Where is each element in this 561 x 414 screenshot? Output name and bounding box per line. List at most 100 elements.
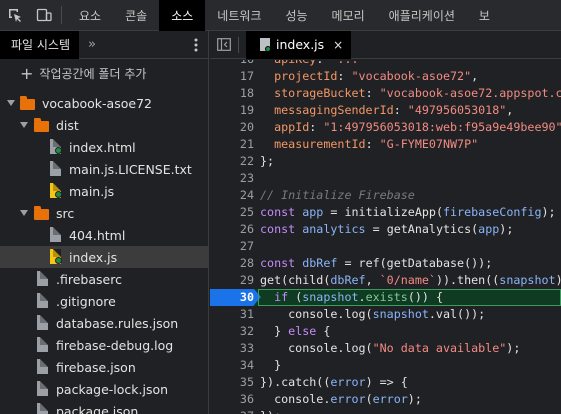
tree-label: main.js.LICENSE.txt [69, 161, 192, 177]
tree-file-package-json[interactable]: package.json [0, 400, 209, 414]
code-line[interactable]: 21 measurementId: "G-FYME07NW7P" [210, 136, 561, 153]
line-number[interactable]: 25 [210, 204, 254, 221]
code-line[interactable]: 25 const app = initializeApp(firebaseConf… [210, 204, 561, 221]
line-number[interactable]: 37 [210, 408, 254, 414]
line-number[interactable]: 33 [210, 340, 254, 357]
code-line[interactable]: 20 appId: "1:497956053018:web:f95a9e49be… [210, 119, 561, 136]
code-line[interactable]: 35}).catch((error) => { [210, 374, 561, 391]
line-number[interactable]: 21 [210, 136, 254, 153]
tree-file-package-lock[interactable]: package-lock.json [0, 378, 209, 400]
chevron-down-icon[interactable] [20, 122, 28, 128]
tab-elements[interactable]: 요소 [67, 0, 113, 31]
code-line[interactable]: 16 apiKey: "... [210, 60, 561, 68]
file-icon [37, 359, 48, 374]
code-line-current[interactable]: 30 if (snapshot.exists()) { [210, 289, 561, 306]
tree-file-firebase-json[interactable]: firebase.json [0, 356, 209, 378]
code-line[interactable]: 33 console.log("No data available"); [210, 340, 561, 357]
tab-network[interactable]: 네트워크 [205, 0, 273, 31]
code-line[interactable]: 23 [210, 170, 561, 187]
tab-memory[interactable]: 메모리 [320, 0, 377, 31]
tree-label: index.html [69, 139, 136, 155]
tree-file-firebaserc[interactable]: .firebaserc [0, 268, 209, 290]
tree-label: package.json [56, 403, 139, 414]
code-line[interactable]: 27 [210, 238, 561, 255]
devtools-tab-bar: 요소 콘솔 소스 네트워크 성능 메모리 애플리케이션 보 [0, 0, 561, 31]
line-number[interactable]: 18 [210, 85, 254, 102]
line-number[interactable]: 35 [210, 374, 254, 391]
tree-file-main-js[interactable]: main.js [0, 180, 209, 202]
toggle-navigator-icon[interactable] [210, 31, 238, 59]
tab-sources[interactable]: 소스 [159, 0, 206, 31]
code-text: projectId: "vocabook-asoe72", [274, 69, 479, 83]
line-number[interactable]: 23 [210, 170, 254, 187]
line-number[interactable]: 31 [210, 306, 254, 323]
code-text: console.error(error); [260, 392, 422, 406]
line-number[interactable]: 36 [210, 391, 254, 408]
code-text: const analytics = getAnalytics(app); [260, 222, 514, 236]
tree-label: dist [56, 117, 79, 133]
line-number[interactable]: 19 [210, 102, 254, 119]
modified-dot-icon [55, 147, 62, 154]
inspect-element-icon[interactable] [0, 0, 29, 31]
code-line[interactable]: 28 const dbRef = ref(getDatabase()); [210, 255, 561, 272]
tree-file-main-js-license[interactable]: main.js.LICENSE.txt [0, 158, 209, 180]
line-number[interactable]: 17 [210, 68, 254, 85]
chevron-down-icon[interactable] [20, 210, 28, 216]
line-number[interactable]: 26 [210, 221, 254, 238]
line-number[interactable]: 32 [210, 323, 254, 340]
code-line[interactable]: 17 projectId: "vocabook-asoe72", [210, 68, 561, 85]
code-line[interactable]: 24 // Initialize Firebase [210, 187, 561, 204]
close-icon[interactable]: × [333, 38, 343, 52]
tree-file-firebase-debug-log[interactable]: firebase-debug.log [0, 334, 209, 356]
tree-folder-vocabook-asoe72[interactable]: vocabook-asoe72 [0, 92, 209, 114]
tree-file-index-html[interactable]: index.html [0, 136, 209, 158]
breakpoint-marker[interactable]: 30 [210, 289, 261, 306]
line-number[interactable]: 28 [210, 255, 254, 272]
tree-file-gitignore[interactable]: .gitignore [0, 290, 209, 312]
tab-application[interactable]: 애플리케이션 [377, 0, 467, 31]
code-text: } [260, 358, 282, 372]
code-line[interactable]: 36 console.error(error); [210, 391, 561, 408]
line-number[interactable]: 20 [210, 119, 254, 136]
device-toolbar-icon[interactable] [29, 0, 58, 31]
code-text: storageBucket: "vocabook-asoe72.appspot.… [274, 86, 561, 100]
line-number[interactable]: 22 [210, 153, 254, 170]
tree-label: index.js [69, 249, 118, 265]
code-line[interactable]: 37}); [210, 408, 561, 414]
code-line[interactable]: 18 storageBucket: "vocabook-asoe72.appsp… [210, 85, 561, 102]
add-folder-to-workspace-button[interactable]: + 작업공간에 폴더 추가 [0, 59, 208, 88]
tab-filesystem[interactable]: 파일 시스템 [0, 30, 80, 59]
code-line[interactable]: 34 } [210, 357, 561, 374]
tree-folder-dist[interactable]: dist [0, 114, 209, 136]
code-line[interactable]: 29 get(child(dbRef, `0/name`)).then((snap… [210, 272, 561, 289]
tree-file-index-js[interactable]: index.js [0, 246, 209, 268]
code-text: apiKey: "... [260, 60, 358, 68]
file-icon [50, 161, 61, 176]
line-number[interactable]: 27 [210, 238, 254, 255]
code-text: messagingSenderId: "497956053018", [274, 103, 514, 117]
code-line[interactable]: 26 const analytics = getAnalytics(app); [210, 221, 561, 238]
code-line[interactable]: 19 messagingSenderId: "497956053018", [210, 102, 561, 119]
line-number[interactable]: 24 [210, 187, 254, 204]
code-area[interactable]: 16 apiKey: "...17 projectId: "vocabook-a… [210, 60, 561, 414]
code-text: console.log(snapshot.val()); [260, 307, 486, 321]
more-options-icon[interactable] [194, 38, 198, 52]
tree-file-database-rules[interactable]: database.rules.json [0, 312, 209, 334]
tab-console[interactable]: 콘솔 [113, 0, 159, 31]
chevron-down-icon[interactable] [7, 100, 15, 106]
code-line[interactable]: 31 console.log(snapshot.val()); [210, 306, 561, 323]
code-text: get(child(dbRef, `0/name`)).then((snapsh… [260, 273, 561, 287]
code-line[interactable]: 22}; [210, 153, 561, 170]
editor-tab-index-js[interactable]: index.js × [246, 30, 352, 59]
tab-performance[interactable]: 성능 [273, 0, 319, 31]
tab-security-truncated[interactable]: 보 [467, 0, 502, 31]
line-number[interactable]: 34 [210, 357, 254, 374]
line-number[interactable]: 16 [210, 60, 254, 68]
tree-file-404-html[interactable]: 404.html [0, 224, 209, 246]
more-tabs-icon[interactable]: » [88, 37, 96, 52]
line-number[interactable]: 29 [210, 272, 254, 289]
folder-icon [34, 206, 49, 220]
file-navigator-pane: 파일 시스템 » + 작업공간에 폴더 추가 vocabook-asoe72 d… [0, 30, 209, 414]
code-line[interactable]: 32 } else { [210, 323, 561, 340]
tree-folder-src[interactable]: src [0, 202, 209, 224]
